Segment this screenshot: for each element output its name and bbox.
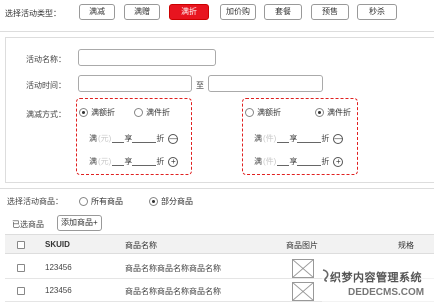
header-name: 商品名称 [125, 241, 157, 250]
row-checkbox[interactable] [17, 264, 25, 272]
radio-amount-discount-left[interactable]: 满额折 [79, 107, 115, 118]
header-skuid: SKUID [45, 240, 70, 249]
activity-name-label: 活动名称： [26, 55, 66, 64]
activity-time-label: 活动时间： [26, 81, 66, 90]
rule-prefix: 满 [89, 134, 97, 143]
threshold-input[interactable] [277, 157, 290, 166]
rule-prefix: 满 [89, 157, 97, 166]
watermark-logo-icon [322, 269, 329, 282]
row-name: 商品名称商品名称商品名称 [125, 264, 221, 273]
activity-name-input[interactable] [78, 49, 216, 66]
goods-divider [0, 188, 434, 189]
header-spec: 规格 [398, 241, 414, 250]
rule-suffix: 折 [156, 157, 165, 166]
rule-prefix: 满 [254, 134, 262, 143]
discount-input[interactable] [132, 157, 157, 166]
time-separator: 至 [196, 81, 204, 90]
rule-prefix: 满 [254, 157, 262, 166]
mode-label: 满减方式： [26, 110, 66, 119]
discount-rule-row: 满 (元) 享 折 — [89, 133, 179, 144]
remove-rule-icon[interactable]: — [168, 133, 179, 144]
image-placeholder-icon [292, 259, 314, 278]
promo-type-row: 选择活动类型： 满减 满赠 满折 加价购 套餐 预售 秒杀 [0, 0, 434, 30]
discount-rule-row: 满 (元) 享 折 + [89, 156, 179, 167]
discount-rule-row: 满 (件) 享 折 + [254, 156, 344, 167]
rule-suffix: 折 [321, 157, 330, 166]
unit-placeholder: (件) [263, 157, 277, 166]
rule-mid: 享 [289, 157, 298, 166]
add-goods-button[interactable]: 添加商品+ [57, 215, 102, 231]
activity-form [5, 37, 434, 183]
type-button-presale[interactable]: 预售 [311, 4, 349, 20]
row-name: 商品名称商品名称商品名称 [125, 287, 221, 296]
type-button-full-gift[interactable]: 满赠 [124, 4, 160, 20]
top-divider [0, 31, 434, 32]
threshold-input[interactable] [277, 134, 290, 143]
rule-suffix: 折 [156, 134, 165, 143]
image-placeholder-icon [292, 282, 314, 301]
unit-placeholder: (件) [263, 134, 277, 143]
rule-mid: 享 [289, 134, 298, 143]
radio-label: 满件折 [327, 108, 351, 117]
remove-rule-icon[interactable]: — [333, 133, 344, 144]
type-button-flash-sale[interactable]: 秒杀 [357, 4, 397, 20]
radio-label: 满额折 [257, 108, 281, 117]
end-time-input[interactable] [208, 75, 323, 92]
type-button-add-price[interactable]: 加价购 [220, 4, 256, 20]
radio-dot-icon [79, 108, 88, 117]
row-skuid: 123456 [45, 286, 72, 295]
radio-dot-icon [315, 108, 324, 117]
radio-label: 满额折 [91, 108, 115, 117]
discount-rule-row: 满 (件) 享 折 — [254, 133, 344, 144]
start-time-input[interactable] [78, 75, 192, 92]
watermark: 织梦内容管理系统 DEDECMS.COM [322, 266, 434, 303]
unit-placeholder: (元) [98, 134, 112, 143]
radio-partial-goods[interactable]: 部分商品 [149, 196, 193, 207]
rule-mid: 享 [124, 157, 133, 166]
radio-label: 部分商品 [161, 197, 193, 206]
threshold-input[interactable] [112, 157, 125, 166]
watermark-domain: DEDECMS.COM [348, 287, 425, 298]
radio-label: 所有商品 [91, 197, 123, 206]
unit-placeholder: (元) [98, 157, 112, 166]
selected-goods-label: 已选商品 [12, 220, 44, 229]
radio-qty-discount-left[interactable]: 满件折 [134, 107, 170, 118]
row-skuid: 123456 [45, 263, 72, 272]
threshold-input[interactable] [112, 134, 125, 143]
add-rule-icon[interactable]: + [333, 156, 344, 167]
discount-input[interactable] [297, 134, 322, 143]
goods-label: 选择活动商品： [7, 197, 63, 206]
row-checkbox[interactable] [17, 287, 25, 295]
discount-input[interactable] [297, 157, 322, 166]
radio-dot-icon [149, 197, 158, 206]
rule-suffix: 折 [321, 134, 330, 143]
radio-dot-icon [245, 108, 254, 117]
header-image: 商品图片 [286, 241, 318, 250]
radio-dot-icon [134, 108, 143, 117]
radio-all-goods[interactable]: 所有商品 [79, 196, 123, 207]
radio-dot-icon [79, 197, 88, 206]
type-button-full-reduction[interactable]: 满减 [79, 4, 115, 20]
radio-label: 满件折 [146, 108, 170, 117]
radio-qty-discount-right[interactable]: 满件折 [315, 107, 351, 118]
goods-table-header: SKUID 商品名称 商品图片 规格 [5, 234, 434, 254]
type-button-bundle[interactable]: 套餐 [264, 4, 302, 20]
discount-input[interactable] [132, 134, 157, 143]
promo-type-label: 选择活动类型： [5, 9, 61, 18]
radio-amount-discount-right[interactable]: 满额折 [245, 107, 281, 118]
watermark-title: 织梦内容管理系统 [330, 272, 422, 284]
add-rule-icon[interactable]: + [168, 156, 179, 167]
select-all-checkbox[interactable] [17, 241, 25, 249]
rule-mid: 享 [124, 134, 133, 143]
type-button-full-discount[interactable]: 满折 [169, 4, 209, 20]
